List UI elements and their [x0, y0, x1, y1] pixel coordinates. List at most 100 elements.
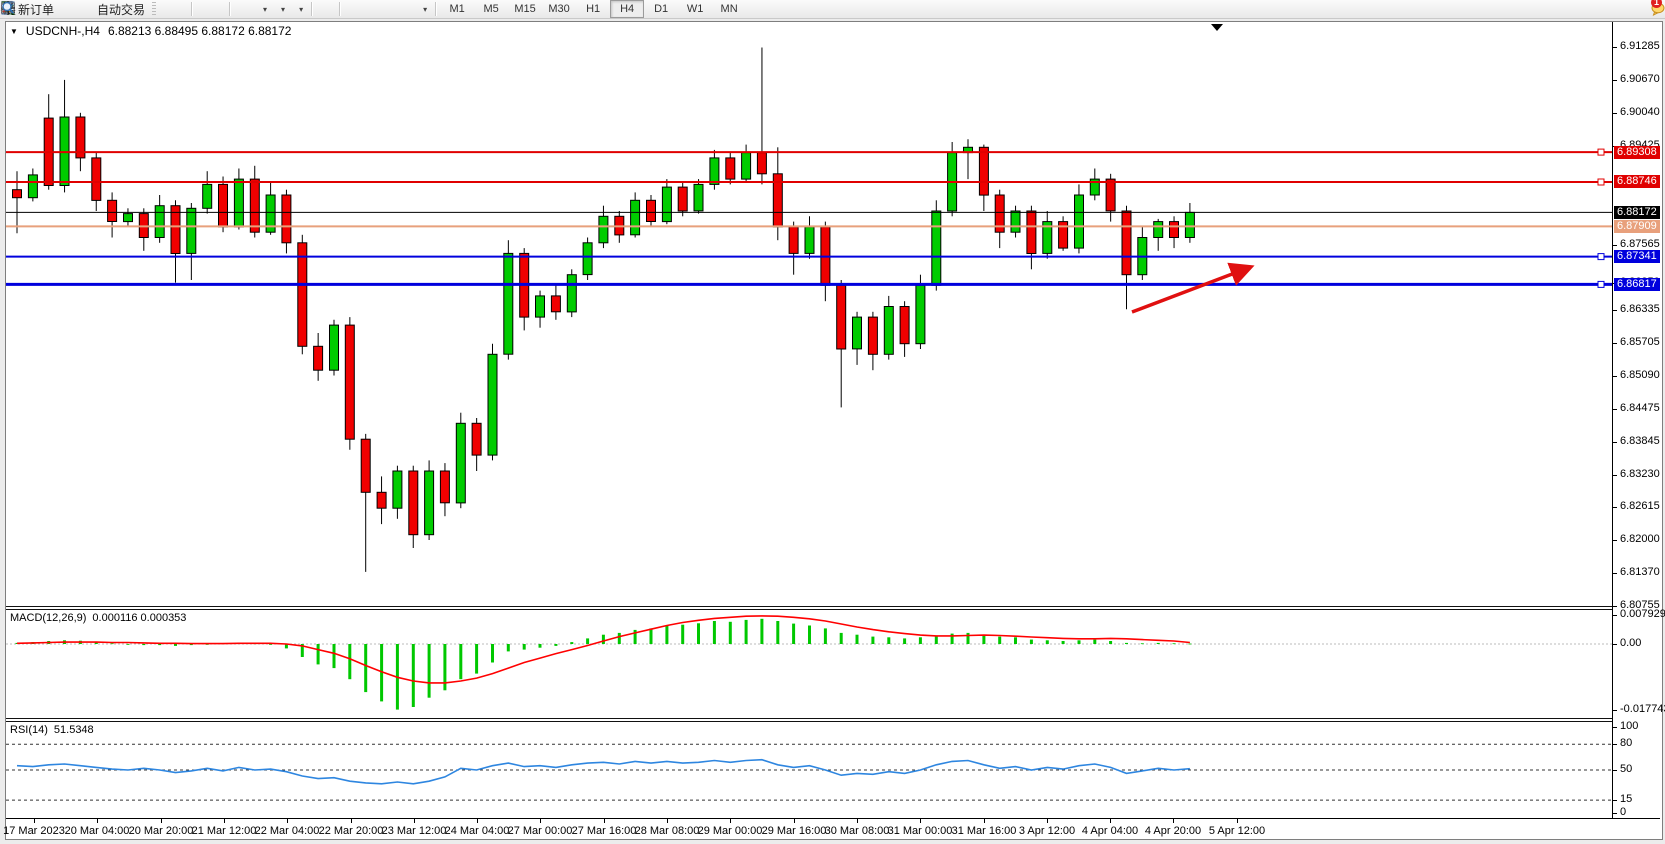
vertical-line-button[interactable] [344, 0, 354, 19]
rsi-plot[interactable] [6, 722, 1612, 818]
candle-bear [789, 227, 798, 254]
macd-histogram-bar [919, 637, 922, 644]
candle-bear [345, 325, 354, 439]
tab-timeframe-w1[interactable]: W1 [678, 0, 712, 18]
equidistant-channel-button[interactable]: E [374, 0, 384, 19]
candle-bull [1185, 212, 1194, 237]
level-drag-handle[interactable] [1598, 254, 1604, 260]
new-order-button[interactable]: 新订单 [10, 0, 59, 19]
price-tick-label: 6.84475 [1620, 402, 1660, 414]
cursor-button[interactable] [316, 0, 326, 19]
chevron-down-icon[interactable]: ▼ [10, 27, 18, 36]
time-tick-mark [1047, 819, 1048, 823]
candle-bear [1122, 211, 1131, 275]
macd-pane[interactable]: MACD(12,26,9) 0.000116 0.000353 [6, 610, 1660, 718]
current-price-label[interactable]: 6.88172 [1614, 206, 1660, 219]
price-axis[interactable]: 6.912856.906706.900406.894256.875656.868… [1612, 22, 1660, 818]
bar-chart-button[interactable] [158, 0, 168, 19]
macd-histogram-bar [856, 635, 859, 644]
candle-bull [28, 175, 37, 198]
macd-histogram-bar [1046, 640, 1049, 644]
macd-histogram-bar [840, 633, 843, 644]
horizontal-line-button[interactable] [354, 0, 364, 19]
tab-timeframe-m5[interactable]: M5 [474, 0, 508, 18]
zoom-out-button[interactable] [206, 0, 216, 19]
time-tick-mark [34, 819, 35, 823]
rsi-pane[interactable]: RSI(14) 51.5348 [6, 722, 1660, 818]
tab-timeframe-m30[interactable]: M30 [542, 0, 576, 18]
tab-timeframe-m15[interactable]: M15 [508, 0, 542, 18]
time-axis[interactable]: 17 Mar 202320 Mar 04:0020 Mar 20:0021 Ma… [6, 818, 1660, 839]
arrows-button[interactable]: ▾ [414, 0, 432, 19]
tab-timeframe-mn[interactable]: MN [712, 0, 746, 18]
rsi-name: RSI(14) [10, 724, 48, 736]
price-tick-mark [1613, 113, 1617, 114]
zoom-in-button[interactable] [196, 0, 206, 19]
templates-button[interactable]: ▾ [290, 0, 308, 19]
notifications-button[interactable]: 1 [1649, 0, 1659, 19]
level-drag-handle[interactable] [1598, 179, 1604, 185]
macd-histogram-bar [903, 638, 906, 644]
rsi-tick-mark [1613, 770, 1617, 771]
price-tick-mark [1613, 245, 1617, 246]
macd-histogram-bar [523, 644, 526, 650]
fibonacci-button[interactable]: F [384, 0, 394, 19]
trendline-button[interactable] [364, 0, 374, 19]
price-tick-label: 6.87565 [1620, 238, 1660, 250]
candle-bull [567, 275, 576, 312]
chart-title: ▼ USDCNH-,H4 6.88213 6.88495 6.88172 6.8… [10, 24, 291, 38]
level-price-label[interactable]: 6.88746 [1614, 175, 1660, 188]
chart-shift-marker[interactable] [1211, 24, 1223, 31]
search-button[interactable] [1639, 0, 1649, 19]
notification-badge: 1 [1651, 0, 1662, 8]
macd-histogram-bar [697, 623, 700, 644]
macd-histogram-bar [1014, 637, 1017, 644]
candle-bear [219, 184, 228, 227]
macd-histogram-bar [507, 644, 510, 651]
tab-timeframe-h1[interactable]: H1 [576, 0, 610, 18]
main-chart-plot[interactable] [6, 22, 1612, 606]
macd-histogram-bar [792, 624, 795, 644]
time-tick-mark [794, 819, 795, 823]
candle-bull [932, 211, 941, 285]
level-drag-handle[interactable] [1598, 149, 1604, 155]
candle-bear [757, 153, 766, 174]
level-price-label[interactable]: 6.86817 [1614, 278, 1660, 291]
tab-timeframe-d1[interactable]: D1 [644, 0, 678, 18]
trend-arrow-annotation[interactable] [1132, 268, 1248, 312]
line-chart-button[interactable] [178, 0, 188, 19]
crosshair-button[interactable] [326, 0, 336, 19]
level-drag-handle[interactable] [1598, 281, 1604, 287]
candle-bear [472, 423, 481, 455]
auto-scroll-button[interactable] [234, 0, 244, 19]
level-price-label[interactable]: 6.87341 [1614, 250, 1660, 263]
macd-histogram-bar [1030, 640, 1033, 644]
periods-button[interactable]: ▾ [272, 0, 290, 19]
market-depth-button[interactable] [59, 0, 69, 19]
signals-button[interactable] [79, 0, 89, 19]
macd-plot[interactable] [6, 610, 1612, 718]
tab-timeframe-m1[interactable]: M1 [440, 0, 474, 18]
text-label-button[interactable]: T [404, 0, 414, 19]
time-label: 27 Mar 00:00 [504, 825, 576, 837]
accounts-button[interactable] [69, 0, 79, 19]
level-price-label[interactable]: 6.89308 [1614, 146, 1660, 159]
level-price-label[interactable]: 6.87909 [1614, 220, 1660, 233]
chart-shift-button[interactable] [244, 0, 254, 19]
macd-histogram-bar [982, 635, 985, 644]
time-label: 24 Mar 04:00 [441, 825, 513, 837]
text-button[interactable]: A [394, 0, 404, 19]
candlestick-chart-button[interactable] [168, 0, 178, 19]
main-chart-pane[interactable]: ▼ USDCNH-,H4 6.88213 6.88495 6.88172 6.8… [6, 22, 1660, 606]
price-tick-mark [1613, 409, 1617, 410]
tile-windows-button[interactable] [216, 0, 226, 19]
candle-bull [694, 184, 703, 211]
autotrade-button[interactable]: 自动交易 [89, 0, 150, 19]
macd-histogram-bar [776, 621, 779, 644]
rsi-tick-label: 100 [1620, 720, 1638, 732]
dropdown-caret: ▾ [281, 5, 285, 14]
time-label: 20 Mar 20:00 [125, 825, 197, 837]
add-indicator-button[interactable]: ▾ [254, 0, 272, 19]
tab-timeframe-h4[interactable]: H4 [610, 0, 644, 18]
time-tick-mark [351, 819, 352, 823]
